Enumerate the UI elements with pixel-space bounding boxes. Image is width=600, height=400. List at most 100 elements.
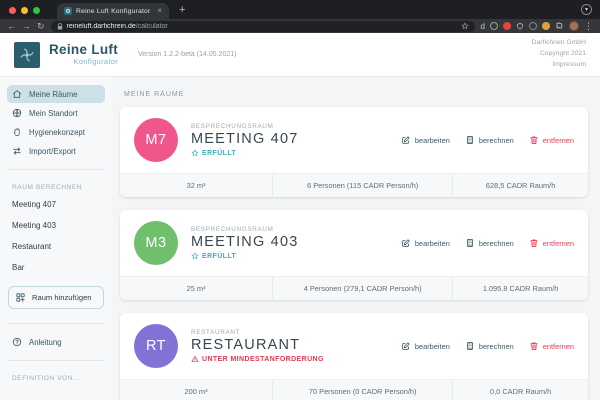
status-badge: ERFÜLLT — [191, 252, 388, 260]
sidebar-divider — [8, 169, 104, 170]
browser-menu-icon[interactable]: ⋮ — [584, 22, 593, 31]
sidebar-item-anleitung[interactable]: Anleitung — [7, 333, 105, 351]
star-icon — [191, 149, 199, 157]
sidebar-item-label: Mein Standort — [29, 109, 78, 118]
imprint-link[interactable]: Impressum — [532, 60, 586, 71]
page-title: MEINE RÄUME — [124, 91, 588, 98]
tab-close-icon[interactable]: × — [157, 7, 162, 15]
add-grid-icon — [15, 292, 26, 303]
room-title: MEETING 403 — [191, 234, 388, 250]
calculator-icon — [465, 135, 475, 145]
sidebar-divider — [8, 360, 104, 361]
sidebar-item-meine-raeume[interactable]: Meine Räume — [7, 85, 105, 103]
edit-button[interactable]: bearbeiten — [401, 238, 450, 248]
sidebar: Meine Räume Mein Standort Hygienekonzept… — [0, 77, 112, 400]
calculator-icon — [465, 341, 475, 351]
app-logo — [14, 42, 40, 68]
stat-persons: 6 Personen (115 CADR Person/h) — [272, 174, 452, 197]
sidebar-room-meeting-403[interactable]: Meeting 403 — [0, 215, 112, 236]
room-card-meeting-403: M3 BESPRECHUNGSRAUM MEETING 403 ERFÜLLT … — [120, 210, 588, 300]
stat-cadr: 628,5 CADR Raum/h — [452, 174, 588, 197]
extension-orange-icon[interactable] — [542, 22, 550, 30]
reload-button[interactable]: ↻ — [37, 22, 45, 31]
profile-avatar[interactable] — [569, 21, 579, 31]
sidebar-divider — [8, 323, 104, 324]
app-header: Reine Luft Konfigurator Version 1.2.2-be… — [0, 33, 600, 77]
tab-search-chevron-icon[interactable]: ▾ — [581, 4, 592, 15]
fullscreen-window-button[interactable] — [33, 7, 40, 14]
browser-toolbar: ← → ↻ reineluft.darfichrein.de/calculato… — [0, 19, 600, 33]
sidebar-item-label: Import/Export — [29, 147, 76, 156]
edit-button[interactable]: bearbeiten — [401, 135, 450, 145]
extensions-puzzle-icon[interactable] — [555, 22, 564, 31]
room-title: MEETING 407 — [191, 131, 388, 147]
room-stats: 200 m³ 70 Personen (0 CADR Person/h) 0,0… — [120, 379, 588, 400]
sidebar-section-definition: DEFINITION VON... — [0, 370, 112, 385]
browser-window: Reine Luft Konfigurator × + ▾ ← → ↻ rein… — [0, 0, 600, 400]
main-content: MEINE RÄUME M7 BESPRECHUNGSRAUM MEETING … — [112, 77, 600, 400]
edit-button[interactable]: bearbeiten — [401, 341, 450, 351]
calculate-button[interactable]: berechnen — [465, 135, 514, 145]
back-button[interactable]: ← — [7, 22, 16, 31]
remove-button[interactable]: entfernen — [529, 135, 574, 145]
sidebar-item-import-export[interactable]: Import/Export — [7, 142, 105, 160]
status-badge: UNTER MINDESTANFORDERUNG — [191, 355, 388, 363]
globe-icon — [12, 108, 22, 118]
room-stats: 32 m³ 6 Personen (115 CADR Person/h) 628… — [120, 173, 588, 197]
room-avatar: RT — [134, 324, 178, 368]
stat-volume: 32 m³ — [120, 174, 272, 197]
app-subtitle: Konfigurator — [74, 57, 118, 66]
fan-icon — [18, 46, 36, 64]
calculator-icon — [465, 238, 475, 248]
lock-icon — [57, 23, 63, 30]
trash-icon — [529, 135, 539, 145]
url-bar[interactable]: reineluft.darfichrein.de/calculator — [51, 21, 475, 32]
edit-icon — [401, 135, 411, 145]
sidebar-item-label: Hygienekonzept — [29, 128, 85, 137]
remove-button[interactable]: entfernen — [529, 341, 574, 351]
room-type-label: RESTAURANT — [191, 329, 388, 336]
edit-icon — [401, 238, 411, 248]
forward-button[interactable]: → — [22, 22, 31, 31]
browser-tab[interactable]: Reine Luft Konfigurator × — [57, 3, 169, 19]
help-circle-icon — [12, 337, 22, 347]
extension-shield-icon[interactable] — [516, 22, 524, 31]
room-card-restaurant: RT RESTAURANT RESTAURANT UNTER MINDESTAN… — [120, 313, 588, 400]
trash-icon — [529, 341, 539, 351]
star-icon — [191, 252, 199, 260]
extension-icons: d ⋮ — [481, 21, 593, 31]
stat-volume: 200 m³ — [120, 380, 272, 400]
extension-circle-icon[interactable] — [490, 22, 498, 30]
stat-cadr: 0,0 CADR Raum/h — [452, 380, 588, 400]
sidebar-room-meeting-407[interactable]: Meeting 407 — [0, 194, 112, 215]
swap-arrows-icon — [12, 146, 22, 156]
extension-d-icon[interactable]: d — [481, 22, 485, 31]
sidebar-room-restaurant[interactable]: Restaurant — [0, 236, 112, 257]
new-tab-button[interactable]: + — [179, 5, 185, 16]
add-room-label: Raum hinzufügen — [32, 293, 92, 302]
room-avatar: M7 — [134, 118, 178, 162]
room-card-meeting-407: M7 BESPRECHUNGSRAUM MEETING 407 ERFÜLLT … — [120, 107, 588, 197]
sidebar-room-bar[interactable]: Bar — [0, 257, 112, 278]
edit-icon — [401, 341, 411, 351]
calculate-button[interactable]: berechnen — [465, 341, 514, 351]
calculate-button[interactable]: berechnen — [465, 238, 514, 248]
minimize-window-button[interactable] — [21, 7, 28, 14]
extension-gray-icon[interactable] — [529, 22, 537, 30]
brand: Reine Luft Konfigurator — [49, 43, 118, 66]
tab-favicon-icon — [64, 7, 72, 15]
add-room-button[interactable]: Raum hinzufügen — [8, 286, 104, 309]
stat-persons: 70 Personen (0 CADR Person/h) — [272, 380, 452, 400]
sidebar-item-hygienekonzept[interactable]: Hygienekonzept — [7, 123, 105, 141]
stat-persons: 4 Personen (279,1 CADR Person/h) — [272, 277, 452, 300]
home-icon — [12, 89, 22, 99]
close-window-button[interactable] — [9, 7, 16, 14]
bookmark-star-icon[interactable] — [461, 22, 469, 30]
extension-record-icon[interactable] — [503, 22, 511, 30]
remove-button[interactable]: entfernen — [529, 238, 574, 248]
copyright-label: Copyright 2021 — [532, 49, 586, 60]
room-type-label: BESPRECHUNGSRAUM — [191, 226, 388, 233]
status-badge: ERFÜLLT — [191, 149, 388, 157]
sidebar-item-mein-standort[interactable]: Mein Standort — [7, 104, 105, 122]
sidebar-item-label: Meine Räume — [29, 90, 78, 99]
